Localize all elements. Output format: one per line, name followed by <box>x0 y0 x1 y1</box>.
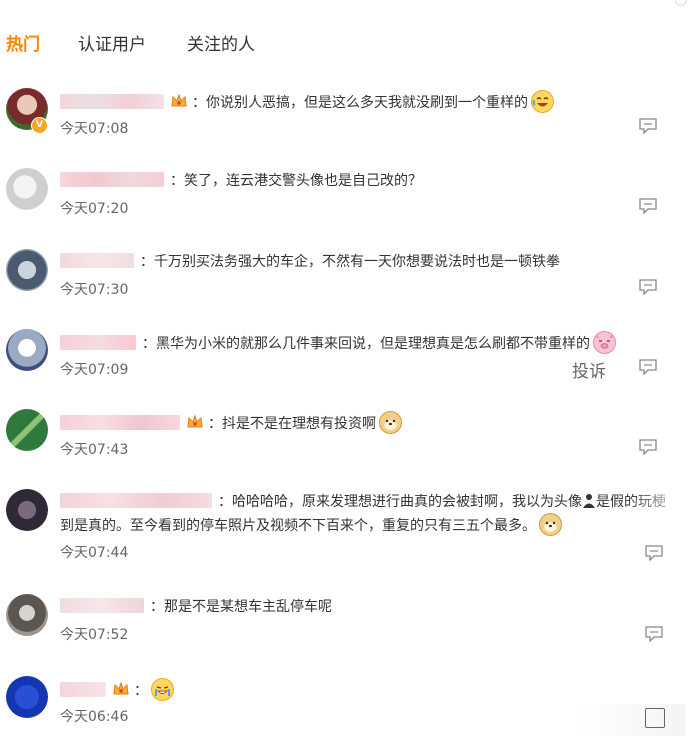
avatar[interactable] <box>6 676 48 718</box>
reply-icon[interactable] <box>639 118 657 135</box>
reply-icon[interactable] <box>639 439 657 456</box>
comment-item: ：千万别买法务强大的车企，不然有一天你想要说法时也是一顿铁拳 今天07:30 <box>0 245 689 325</box>
comment-time: 今天07:43 <box>60 442 129 458</box>
doge-emoji-icon <box>539 513 562 536</box>
crown-icon <box>170 92 188 117</box>
bottom-scroll-control[interactable] <box>575 704 685 736</box>
laugh-cry-emoji-icon <box>531 90 554 113</box>
username[interactable] <box>60 253 134 268</box>
comment-text-line2: 到是真的。至今看到的停车照片及视频不下百来个，重复的只有三五个最多。 <box>60 518 536 534</box>
corner-indicator <box>675 0 687 6</box>
text-overflow-fade <box>629 485 689 515</box>
reply-icon[interactable] <box>639 198 657 215</box>
comment-text: ：你说别人恶搞，但是这么多天我就没刷到一个重样的 <box>192 95 528 111</box>
comment-item: ：抖是不是在理想有投资啊 今天07:43 <box>0 405 689 485</box>
avatar[interactable] <box>6 168 48 210</box>
square-icon <box>645 708 665 728</box>
comment-tabs: 热门 认证用户 关注的人 <box>0 30 689 60</box>
username[interactable] <box>60 335 136 350</box>
reply-icon[interactable] <box>639 279 657 296</box>
verified-badge-icon: V <box>31 117 48 134</box>
reply-icon[interactable] <box>645 545 663 562</box>
crown-icon <box>186 413 204 438</box>
username[interactable] <box>60 493 212 508</box>
comment-time: 今天07:20 <box>60 201 129 217</box>
comment-time: 今天07:44 <box>60 545 129 561</box>
comment-item: ：哈哈哈哈，原来发理想进行曲真的会被封啊，我以为头像是假的玩梗 到是真的。至今看… <box>0 485 689 585</box>
tab-hot[interactable]: 热门 <box>6 30 40 55</box>
comment-item: ：黑华为小米的就那么几件事来回说，但是理想真是怎么刷都不带重样的 今天07:09… <box>0 325 689 405</box>
comment-time: 今天07:09 <box>60 362 129 378</box>
username[interactable] <box>60 94 164 109</box>
avatar[interactable] <box>6 329 48 371</box>
doge-emoji-icon <box>379 411 402 434</box>
comment-time: 今天07:30 <box>60 282 129 298</box>
report-button[interactable]: 投诉 <box>572 357 606 382</box>
crown-icon <box>112 680 130 705</box>
avatar[interactable] <box>6 249 48 291</box>
comment-text: ：黑华为小米的就那么几件事来回说，但是理想真是怎么刷都不带重样的 <box>142 336 590 352</box>
comment-time: 今天07:52 <box>60 627 129 643</box>
pig-emoji-icon <box>593 331 616 354</box>
avatar[interactable] <box>6 594 48 636</box>
comment-text: ：那是不是某想车主乱停车呢 <box>150 599 332 615</box>
reply-icon[interactable] <box>639 359 657 376</box>
comment-time: 今天06:46 <box>60 709 129 725</box>
tab-following[interactable]: 关注的人 <box>187 30 255 55</box>
username[interactable] <box>60 682 106 697</box>
comment-item: V ：你说别人恶搞，但是这么多天我就没刷到一个重样的 今天07:08 <box>0 84 689 164</box>
comment-text: ：抖是不是在理想有投资啊 <box>208 416 376 432</box>
tears-emoji-icon <box>151 678 174 701</box>
comment-text: ：笑了，连云港交警头像也是自己改的？ <box>170 173 422 189</box>
username[interactable] <box>60 172 164 187</box>
comment-item: ：那是不是某想车主乱停车呢 今天07:52 <box>0 590 689 670</box>
comment-time: 今天07:08 <box>60 121 129 137</box>
comment-text: ： <box>134 683 148 699</box>
comment-item: ：笑了，连云港交警头像也是自己改的？ 今天07:20 <box>0 164 689 244</box>
tab-verified-users[interactable]: 认证用户 <box>78 30 146 55</box>
username[interactable] <box>60 598 144 613</box>
avatar[interactable] <box>6 489 48 531</box>
user-silhouette-icon <box>583 493 595 515</box>
avatar[interactable] <box>6 409 48 451</box>
comment-text-line1: ：哈哈哈哈，原来发理想进行曲真的会被封啊，我以为头像 <box>218 494 582 510</box>
reply-icon[interactable] <box>645 626 663 643</box>
comment-text: ：千万别买法务强大的车企，不然有一天你想要说法时也是一顿铁拳 <box>140 254 560 270</box>
username[interactable] <box>60 415 180 430</box>
